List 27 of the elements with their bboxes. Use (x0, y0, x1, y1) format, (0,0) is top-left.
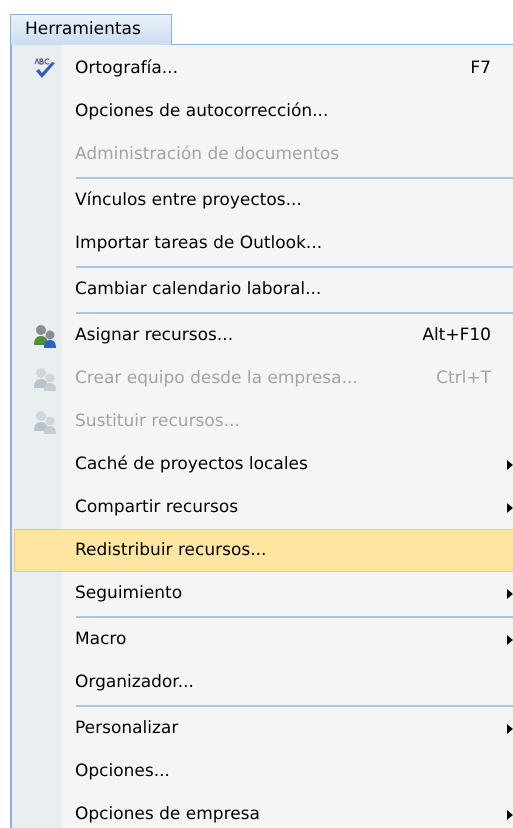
menu-item[interactable]: Organizador... (14, 661, 513, 704)
submenu-arrow-icon (507, 502, 513, 512)
menu-item[interactable]: Cambiar calendario laboral... (14, 268, 513, 311)
menu-item[interactable]: Asignar recursos... Alt+F10 (14, 314, 513, 357)
menu-item[interactable]: Caché de proyectos locales (14, 443, 513, 486)
shortcut-label: Ctrl+T (436, 366, 491, 390)
submenu-arrow-icon (507, 588, 513, 598)
menu-item[interactable]: Seguimiento (14, 572, 513, 615)
menu-item[interactable]: Importar tareas de Outlook... (14, 222, 513, 265)
menu-item[interactable]: Compartir recursos (14, 486, 513, 529)
submenu-arrow-icon (507, 810, 513, 820)
submenu-arrow-icon (507, 724, 513, 734)
menu-item[interactable]: Vínculos entre proyectos... (14, 179, 513, 222)
menu-item[interactable]: Opciones de autocorrección... (14, 90, 513, 133)
shortcut-label: Alt+F10 (422, 324, 491, 347)
submenu-arrow-icon (507, 634, 513, 644)
menu-item[interactable]: Personalizar (14, 707, 513, 750)
menu-item[interactable]: Redistribuir recursos... (14, 529, 513, 572)
menu-item[interactable]: Macro (14, 618, 513, 661)
people-icon (32, 322, 58, 348)
menu-item[interactable]: Opciones de empresa (14, 793, 513, 828)
menu-item[interactable]: Ortografía... F7 (14, 47, 513, 90)
team-icon (32, 366, 58, 392)
menu-bar-tab[interactable]: Herramientas (10, 14, 172, 45)
submenu-arrow-icon (507, 460, 513, 470)
menu-item[interactable]: Opciones... (14, 750, 513, 793)
shortcut-label: F7 (470, 56, 491, 80)
